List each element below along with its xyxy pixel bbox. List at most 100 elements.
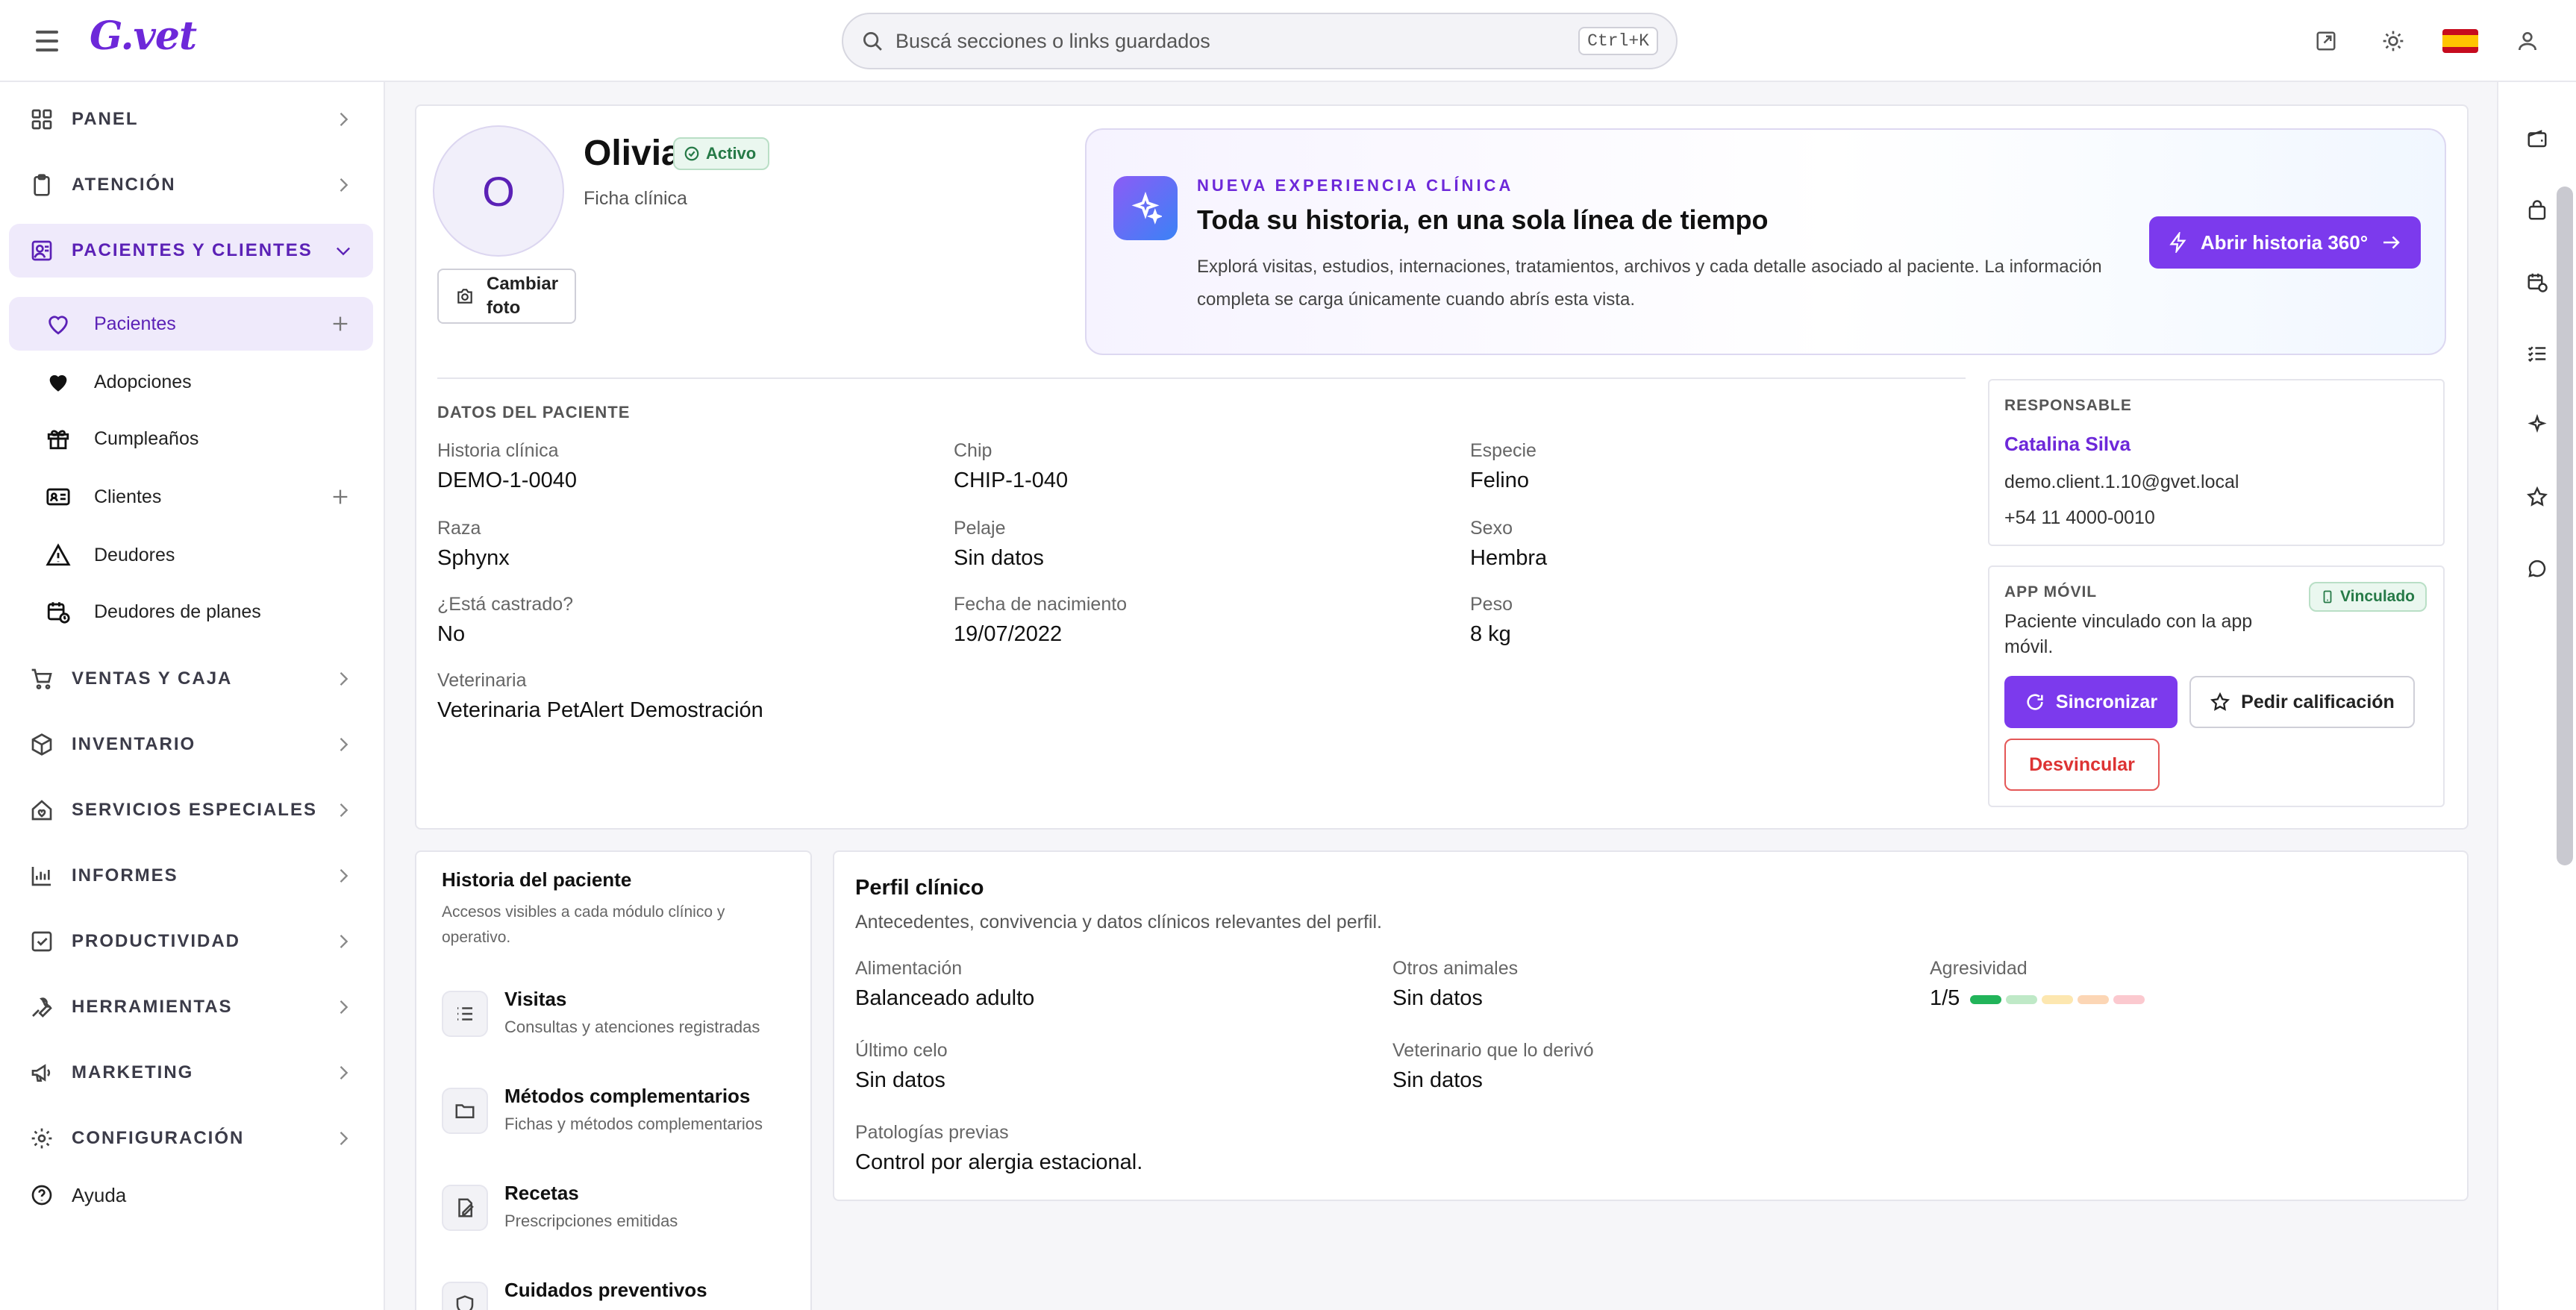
sidebar-item-herramientas[interactable]: HERRAMIENTAS <box>9 980 373 1034</box>
status-badge-label: Activo <box>706 144 757 163</box>
sidebar-item-productividad[interactable]: PRODUCTIVIDAD <box>9 915 373 968</box>
chat-icon[interactable] <box>2513 545 2561 592</box>
mobile-app-title: APP MÓVIL <box>2004 583 2098 601</box>
sync-button[interactable]: Sincronizar <box>2004 676 2178 728</box>
sidebar-item-label: INFORMES <box>72 865 178 886</box>
promo-banner: NUEVA EXPERIENCIA CLÍNICA Toda su histor… <box>1085 128 2446 355</box>
field-value: No <box>437 622 466 646</box>
sidebar-item-marketing[interactable]: MARKETING <box>9 1046 373 1100</box>
wallet-icon[interactable] <box>2513 115 2561 163</box>
field-label: Último celo <box>855 1040 948 1061</box>
aggression-level-segment <box>2078 995 2109 1004</box>
aggression-value: 1/5 <box>1930 986 1960 1010</box>
responsible-name-link[interactable]: Catalina Silva <box>2004 433 2130 456</box>
sidebar-item-atencion[interactable]: ATENCIÓN <box>9 158 373 212</box>
app-logo[interactable]: G.vet <box>90 13 197 59</box>
search-input[interactable] <box>895 29 1579 53</box>
chevron-right-icon <box>333 865 354 890</box>
house-heart-icon <box>27 795 57 825</box>
chevron-right-icon <box>333 1128 354 1153</box>
gift-icon <box>43 424 73 454</box>
shopping-bag-icon[interactable] <box>2513 187 2561 234</box>
help-circle-icon <box>27 1180 57 1210</box>
sidebar-item-panel[interactable]: PANEL <box>9 93 373 146</box>
open-history-360-label: Abrir historia 360° <box>2200 231 2369 254</box>
clinical-profile-title: Perfil clínico <box>855 876 984 900</box>
list-icon <box>442 991 488 1037</box>
sidebar-item-label: SERVICIOS ESPECIALES <box>72 800 317 820</box>
language-flag-icon[interactable] <box>2442 22 2479 60</box>
sidebar-item-servicios-especiales[interactable]: SERVICIOS ESPECIALES <box>9 783 373 837</box>
aggression-label: Agresividad <box>1930 958 2028 979</box>
sidebar-item-ventas-y-caja[interactable]: VENTAS Y CAJA <box>9 652 373 706</box>
sidebar-subitem-cumpleanos[interactable]: Cumpleaños <box>9 412 373 466</box>
request-rating-button[interactable]: Pedir calificación <box>2189 676 2415 728</box>
linked-badge: Vinculado <box>2309 582 2427 612</box>
sidebar-item-inventario[interactable]: INVENTARIO <box>9 718 373 771</box>
calendar-clock-icon[interactable] <box>2513 258 2561 306</box>
id-card-icon <box>43 482 73 512</box>
field-label: Chip <box>954 440 992 461</box>
sidebar-item-label: INVENTARIO <box>72 734 196 754</box>
request-rating-label: Pedir calificación <box>2241 691 2395 712</box>
page-subtitle: Ficha clínica <box>584 188 687 209</box>
sidebar-subitem-deudores-de-planes[interactable]: Deudores de planes <box>9 585 373 639</box>
sidebar-item-ayuda[interactable]: Ayuda <box>9 1168 373 1222</box>
patient-card-icon <box>27 236 57 266</box>
sidebar-item-label: ATENCIÓN <box>72 175 176 195</box>
hamburger-menu-icon[interactable] <box>30 25 66 57</box>
external-link-icon[interactable] <box>2307 22 2345 60</box>
sparkles-icon <box>1113 176 1178 240</box>
mobile-app-card: APP MÓVIL Vinculado Paciente vinculado c… <box>1988 565 2445 807</box>
add-client-icon[interactable] <box>330 486 351 511</box>
sidebar-item-label: PANEL <box>72 109 139 129</box>
open-history-360-button[interactable]: Abrir historia 360° <box>2149 216 2421 269</box>
sidebar-item-label: PACIENTES Y CLIENTES <box>72 240 313 260</box>
field-value: Hembra <box>1470 546 1548 570</box>
field-value: Sin datos <box>1392 986 1483 1010</box>
sun-icon[interactable] <box>2375 22 2412 60</box>
field-value: Control por alergia estacional. <box>855 1150 1143 1174</box>
unlink-button[interactable]: Desvincular <box>2004 739 2160 791</box>
history-item-visitas[interactable]: Visitas Consultas y atenciones registrad… <box>431 985 804 1059</box>
search-bar[interactable]: Ctrl+K <box>842 13 1678 69</box>
change-photo-button[interactable]: Cambiar foto <box>437 269 576 324</box>
field-value: Sin datos <box>1392 1068 1483 1092</box>
chevron-down-icon <box>333 240 354 265</box>
sidebar-subitem-adopciones[interactable]: Adopciones <box>9 355 373 409</box>
sidebar-item-label: CONFIGURACIÓN <box>72 1128 245 1148</box>
field-label: Sexo <box>1470 518 1513 539</box>
add-patient-icon[interactable] <box>330 313 351 338</box>
history-item-recetas[interactable]: Recetas Prescripciones emitidas <box>431 1179 804 1253</box>
sidebar-item-informes[interactable]: INFORMES <box>9 849 373 903</box>
sidebar-subitem-clientes[interactable]: Clientes <box>9 470 373 524</box>
chevron-right-icon <box>333 800 354 824</box>
field-label: Patologías previas <box>855 1122 1009 1143</box>
patient-name: Olivia <box>584 134 681 173</box>
user-icon[interactable] <box>2509 22 2546 60</box>
responsible-phone: +54 11 4000-0010 <box>2004 507 2155 528</box>
sparkles-icon[interactable] <box>2513 401 2561 449</box>
responsible-title: RESPONSABLE <box>2004 397 2132 414</box>
shield-icon <box>442 1282 488 1310</box>
field-label: Alimentación <box>855 958 963 979</box>
aggression-level-segment <box>1970 995 2001 1004</box>
task-list-icon[interactable] <box>2513 330 2561 377</box>
arrow-right-icon <box>2383 236 2400 249</box>
field-label: Raza <box>437 518 481 539</box>
scrollbar[interactable] <box>2557 187 2573 865</box>
patient-history-card: Historia del paciente Accesos visibles a… <box>415 850 812 1310</box>
clipboard-icon <box>27 170 57 200</box>
history-item-cuidados-preventivos[interactable]: Cuidados preventivos <box>431 1276 804 1310</box>
sidebar-item-pacientes-y-clientes[interactable]: PACIENTES Y CLIENTES <box>9 224 373 278</box>
sidebar-subitem-pacientes[interactable]: Pacientes <box>9 297 373 351</box>
star-icon[interactable] <box>2513 473 2561 521</box>
field-label: Otros animales <box>1392 958 1519 979</box>
sidebar-item-configuracion[interactable]: CONFIGURACIÓN <box>9 1112 373 1165</box>
sidebar-subitem-deudores[interactable]: Deudores <box>9 528 373 582</box>
refresh-icon <box>2027 694 2043 710</box>
history-item-metodos-complementarios[interactable]: Métodos complementarios Fichas y métodos… <box>431 1082 804 1156</box>
aggression-level-segment <box>2113 995 2145 1004</box>
right-rail <box>2497 82 2576 1310</box>
clinical-profile-card <box>833 850 2469 1201</box>
